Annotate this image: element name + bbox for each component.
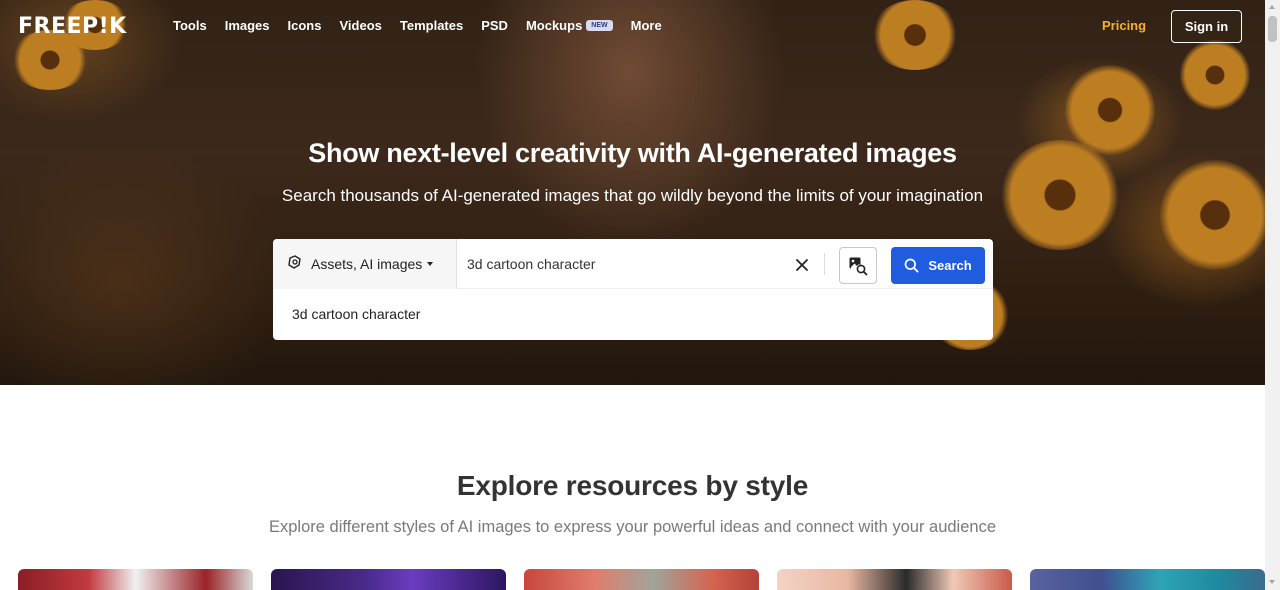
search-button[interactable]: Search bbox=[891, 247, 985, 284]
nav-link-icons[interactable]: Icons bbox=[288, 18, 322, 33]
sign-in-button[interactable]: Sign in bbox=[1171, 10, 1242, 43]
new-badge: NEW bbox=[586, 20, 613, 31]
search-panel: Assets, AI images Search bbox=[273, 239, 993, 340]
nav-link-mockups[interactable]: Mockups NEW bbox=[526, 18, 613, 33]
search-button-label: Search bbox=[928, 258, 972, 273]
search-icon bbox=[904, 258, 919, 273]
scrollbar-thumb[interactable] bbox=[1268, 16, 1277, 42]
hero-subtitle: Search thousands of AI-generated images … bbox=[281, 186, 984, 205]
ai-assets-icon bbox=[287, 254, 303, 275]
nav-link-images[interactable]: Images bbox=[225, 18, 270, 33]
asset-type-label: Assets, AI images bbox=[311, 256, 423, 272]
style-card[interactable] bbox=[524, 569, 759, 590]
search-input[interactable] bbox=[458, 239, 778, 289]
nav-link-tools[interactable]: Tools bbox=[173, 18, 207, 33]
pricing-link[interactable]: Pricing bbox=[1102, 18, 1146, 33]
page-scrollbar[interactable] bbox=[1265, 0, 1280, 590]
style-card[interactable] bbox=[18, 569, 253, 590]
style-cards bbox=[18, 569, 1265, 590]
nav-link-templates[interactable]: Templates bbox=[400, 18, 463, 33]
style-card[interactable] bbox=[271, 569, 506, 590]
image-search-button[interactable] bbox=[839, 247, 877, 284]
hero-title: Show next-level creativity with AI-gener… bbox=[308, 138, 957, 168]
image-search-icon bbox=[849, 257, 868, 275]
freepik-logo[interactable]: FREEP!K bbox=[18, 14, 127, 39]
search-divider bbox=[824, 253, 825, 275]
top-navigation: FREEP!K Tools Images Icons Videos Templa… bbox=[0, 0, 1265, 54]
explore-title: Explore resources by style bbox=[456, 470, 809, 501]
caret-down-icon bbox=[427, 262, 434, 266]
nav-links: Tools Images Icons Videos Templates PSD … bbox=[173, 18, 680, 33]
nav-link-more[interactable]: More bbox=[631, 18, 662, 33]
search-suggestion[interactable]: 3d cartoon character bbox=[292, 306, 420, 322]
close-icon bbox=[796, 259, 808, 271]
scroll-up-arrow-icon[interactable] bbox=[1269, 5, 1275, 9]
search-bar: Assets, AI images Search bbox=[273, 239, 993, 289]
scroll-down-arrow-icon[interactable] bbox=[1269, 580, 1275, 584]
nav-link-psd[interactable]: PSD bbox=[481, 18, 508, 33]
explore-subtitle: Explore different styles of AI images to… bbox=[268, 518, 996, 536]
style-card[interactable] bbox=[777, 569, 1012, 590]
clear-search-button[interactable] bbox=[792, 255, 812, 275]
asset-type-dropdown[interactable]: Assets, AI images bbox=[273, 239, 457, 289]
style-card[interactable] bbox=[1030, 569, 1265, 590]
nav-link-mockups-label: Mockups bbox=[525, 18, 583, 33]
nav-link-videos[interactable]: Videos bbox=[339, 18, 381, 33]
